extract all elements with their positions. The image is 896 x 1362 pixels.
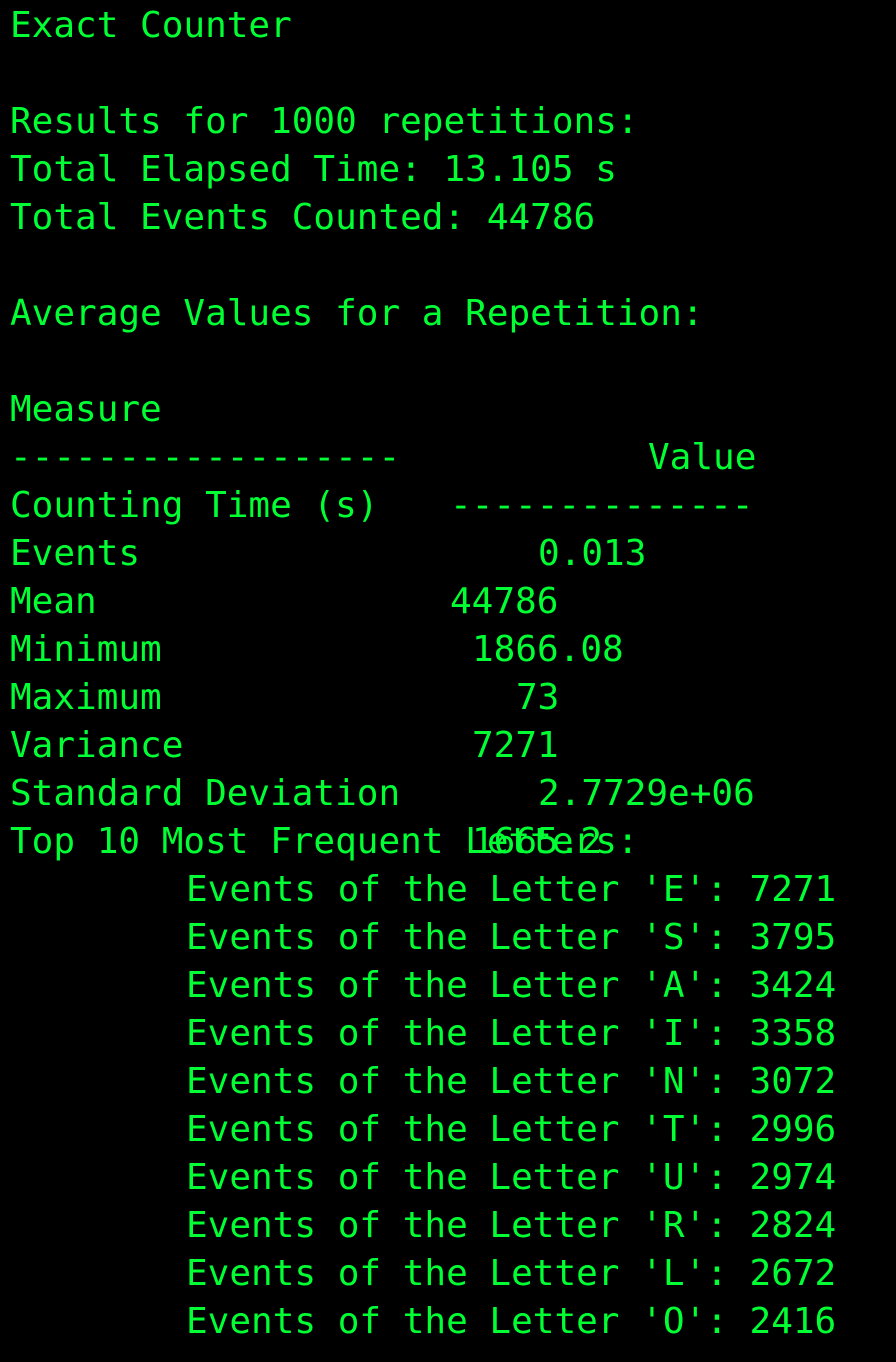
table-row: Minimum 73 [10,578,559,718]
elapsed-time-line: Total Elapsed Time: 13.105 s [10,149,617,190]
measure-label: Standard Deviation [10,773,401,814]
list-item: Events of the Letter 'A': 3424 [186,965,837,1006]
averages-heading: Average Values for a Repetition: [10,293,704,334]
table-row: Variance 2.7729e+06 [10,674,755,814]
measure-value: 2.7729e+06 [538,773,755,814]
list-item: Events of the Letter 'R': 2824 [186,1205,837,1246]
separator-value: -------------- [450,485,754,526]
list-item: Events of the Letter 'N': 3072 [186,1061,837,1102]
measure-value: 44786 [450,581,559,622]
table-row: Standard Deviation 1665.2 [10,722,602,862]
table-row: Maximum 7271 [10,626,559,766]
averages-table-header: Measure Value [10,338,756,478]
table-row: Events 44786 [10,482,558,622]
list-item: Events of the Letter 'S': 3795 [186,917,837,958]
list-item: Events of the Letter 'E': 7271 [186,869,837,910]
list-item: Events of the Letter 'I': 3358 [186,1013,837,1054]
top-letters-heading: Top 10 Most Frequent Letters: [10,821,639,862]
list-item: Events of the Letter 'U': 2974 [186,1157,837,1198]
total-events-line: Total Events Counted: 44786 [10,197,596,238]
terminal-output: Exact Counter Results for 1000 repetitio… [10,0,890,1362]
results-line: Results for 1000 repetitions: [10,101,639,142]
measure-value: 0.013 [538,533,647,574]
list-item: Events of the Letter 'L': 2672 [186,1253,837,1294]
program-title: Exact Counter [10,5,292,46]
measure-value: 7271 [472,725,559,766]
measure-value: 73 [516,677,560,718]
table-row: Mean 1866.08 [10,530,624,670]
averages-table-separator: ------------------ -------------- [10,386,753,526]
header-value: Value [648,437,757,478]
list-item: Events of the Letter 'T': 2996 [186,1109,837,1150]
measure-value: 1866.08 [472,629,624,670]
table-row: Counting Time (s) 0.013 [10,434,646,574]
list-item: Events of the Letter 'O': 2416 [186,1301,837,1342]
